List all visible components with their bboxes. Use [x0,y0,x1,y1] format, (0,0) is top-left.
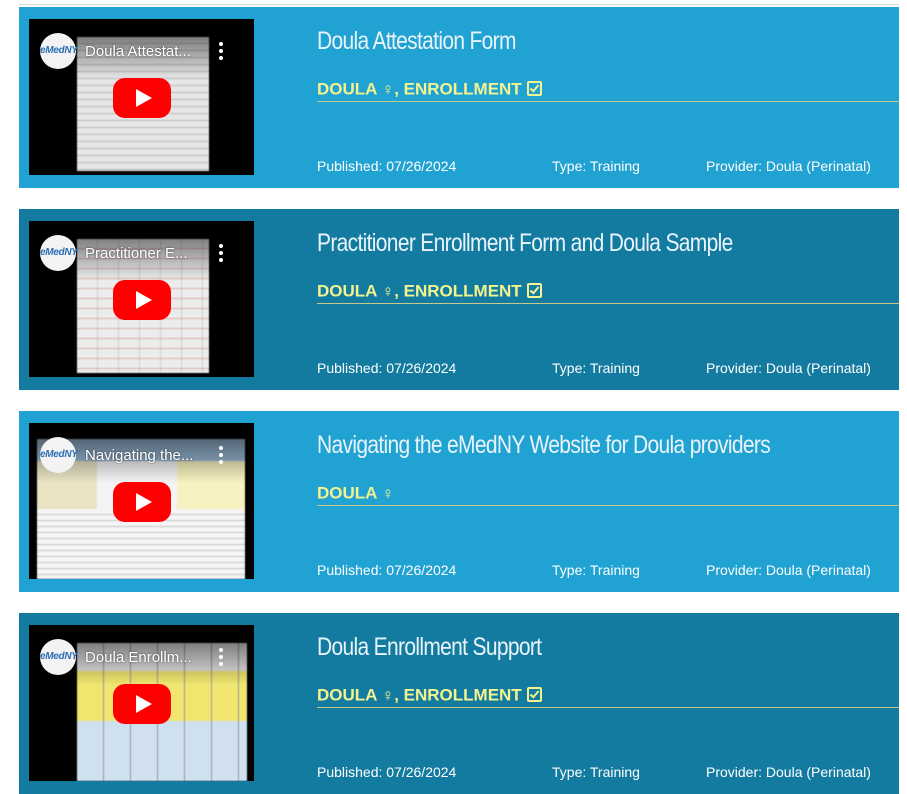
more-vertical-icon[interactable] [218,648,224,668]
published-date: Published: 07/26/2024 [317,764,457,780]
top-divider [19,4,899,5]
published-date: Published: 07/26/2024 [317,562,457,578]
video-thumbnail[interactable]: eMedNY Navigating the... [29,423,254,579]
tag-enrollment[interactable]: , ENROLLMENT [394,80,522,99]
tag-doula[interactable]: DOULA [317,282,377,301]
youtube-play-icon[interactable] [113,78,171,118]
video-title[interactable]: Doula Attestat... [85,43,209,60]
card-title[interactable]: Navigating the eMedNY Website for Doula … [317,431,771,460]
content-type: Type: Training [552,562,640,578]
tag-list: DOULA ♀, ENROLLMENT [317,685,899,708]
tag-doula[interactable]: DOULA [317,686,377,705]
provider-type: Provider: Doula (Perinatal) [706,360,871,376]
female-symbol-icon: ♀ [381,685,395,705]
card-title[interactable]: Doula Enrollment Support [317,633,542,662]
video-list: eMedNY Doula Attestat... Doula Attestati… [19,7,899,794]
published-date: Published: 07/26/2024 [317,360,457,376]
female-symbol-icon: ♀ [381,281,395,301]
video-title[interactable]: Doula Enrollm... [85,649,209,666]
tag-doula[interactable]: DOULA [317,484,377,503]
checkbox-check-icon [526,81,542,97]
tag-doula[interactable]: DOULA [317,80,377,99]
tag-list: DOULA ♀ [317,483,899,506]
provider-type: Provider: Doula (Perinatal) [706,562,871,578]
video-card: eMedNY Doula Attestat... Doula Attestati… [19,7,899,188]
female-symbol-icon: ♀ [381,483,395,503]
more-vertical-icon[interactable] [218,42,224,62]
content-type: Type: Training [552,158,640,174]
provider-type: Provider: Doula (Perinatal) [706,158,871,174]
published-date: Published: 07/26/2024 [317,158,457,174]
card-title[interactable]: Doula Attestation Form [317,27,516,56]
tag-list: DOULA ♀, ENROLLMENT [317,79,899,102]
checkbox-check-icon [526,687,542,703]
video-card: eMedNY Navigating the... Navigating the … [19,411,899,592]
card-title[interactable]: Practitioner Enrollment Form and Doula S… [317,229,733,258]
channel-avatar[interactable]: eMedNY [40,235,78,271]
video-title[interactable]: Navigating the... [85,447,209,464]
video-thumbnail[interactable]: eMedNY Practitioner E... [29,221,254,377]
youtube-play-icon[interactable] [113,684,171,724]
tag-enrollment[interactable]: , ENROLLMENT [394,686,522,705]
video-card: eMedNY Practitioner E... Practitioner En… [19,209,899,390]
provider-type: Provider: Doula (Perinatal) [706,764,871,780]
youtube-play-icon[interactable] [113,482,171,522]
content-type: Type: Training [552,764,640,780]
video-thumbnail[interactable]: eMedNY Doula Attestat... [29,19,254,175]
tag-enrollment[interactable]: , ENROLLMENT [394,282,522,301]
channel-avatar[interactable]: eMedNY [40,33,78,69]
channel-avatar[interactable]: eMedNY [40,639,78,675]
content-type: Type: Training [552,360,640,376]
female-symbol-icon: ♀ [381,79,395,99]
video-title[interactable]: Practitioner E... [85,245,209,262]
more-vertical-icon[interactable] [218,446,224,466]
channel-avatar[interactable]: eMedNY [40,437,78,473]
video-card: eMedNY Doula Enrollm... Doula Enrollment… [19,613,899,794]
more-vertical-icon[interactable] [218,244,224,264]
tag-list: DOULA ♀, ENROLLMENT [317,281,899,304]
checkbox-check-icon [526,283,542,299]
video-thumbnail[interactable]: eMedNY Doula Enrollm... [29,625,254,781]
youtube-play-icon[interactable] [113,280,171,320]
